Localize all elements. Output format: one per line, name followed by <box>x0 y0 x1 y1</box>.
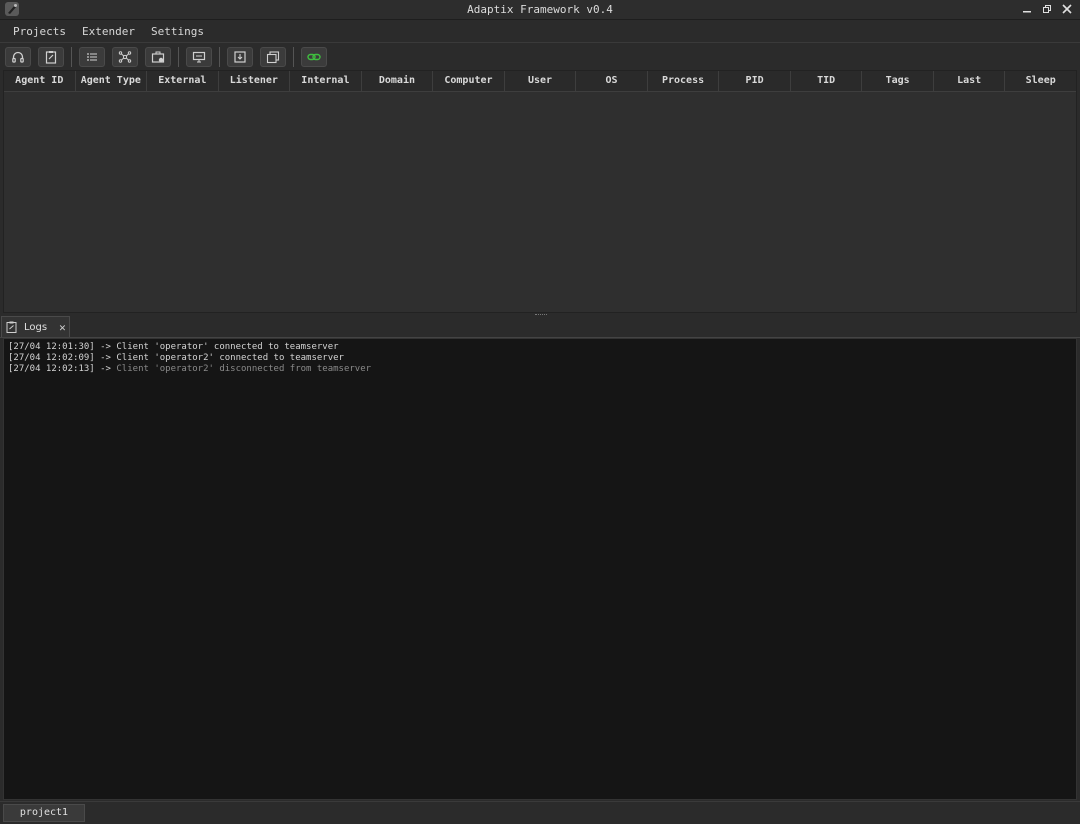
column-header-user[interactable]: User <box>505 71 577 91</box>
column-header-pid[interactable]: PID <box>719 71 791 91</box>
download-icon <box>234 50 246 63</box>
log-entry: [27/04 12:01:30] -> Client 'operator' co… <box>8 342 1076 353</box>
clipboard-button[interactable] <box>38 46 64 67</box>
toolbar-separator <box>178 46 179 67</box>
list-icon <box>87 52 97 61</box>
targets-button[interactable] <box>186 46 212 67</box>
sessions-list-button[interactable] <box>79 46 105 67</box>
log-arrow: -> <box>100 342 111 352</box>
log-entry: [27/04 12:02:13] -> Client 'operator2' d… <box>8 364 1076 375</box>
clipboard-icon <box>45 50 57 64</box>
log-timestamp: [27/04 12:02:13] <box>8 364 95 374</box>
agents-table-header: Agent ID Agent Type External Listener In… <box>4 71 1076 92</box>
connection-button[interactable] <box>301 46 327 67</box>
column-header-agent-id[interactable]: Agent ID <box>4 71 76 91</box>
log-message: Client 'operator2' connected to teamserv… <box>116 353 344 363</box>
log-timestamp: [27/04 12:02:09] <box>8 353 95 363</box>
project-tab[interactable]: project1 <box>3 804 85 822</box>
link-icon <box>307 53 321 60</box>
tab-logs[interactable]: Logs ✕ <box>1 316 70 337</box>
column-header-sleep[interactable]: Sleep <box>1005 71 1076 91</box>
toolbar-separator <box>219 46 220 67</box>
log-message: Client 'operator2' disconnected from tea… <box>116 364 372 374</box>
log-entry: [27/04 12:02:09] -> Client 'operator2' c… <box>8 353 1076 364</box>
column-header-agent-type[interactable]: Agent Type <box>76 71 148 91</box>
screenshot-icon <box>266 50 280 63</box>
column-header-process[interactable]: Process <box>648 71 720 91</box>
column-header-listener[interactable]: Listener <box>219 71 291 91</box>
menu-projects[interactable]: Projects <box>5 25 74 38</box>
log-message: Client 'operator' connected to teamserve… <box>116 342 339 352</box>
column-header-internal[interactable]: Internal <box>290 71 362 91</box>
column-header-last[interactable]: Last <box>934 71 1006 91</box>
minimize-icon[interactable] <box>1020 2 1034 16</box>
tab-logs-label: Logs <box>24 321 48 333</box>
column-header-computer[interactable]: Computer <box>433 71 505 91</box>
log-arrow: -> <box>100 353 111 363</box>
close-icon[interactable]: ✕ <box>59 321 66 334</box>
column-header-tags[interactable]: Tags <box>862 71 934 91</box>
close-icon[interactable] <box>1060 2 1074 16</box>
agents-table[interactable]: Agent ID Agent Type External Listener In… <box>3 70 1077 313</box>
bottom-tab-bar: Logs ✕ <box>0 316 1080 338</box>
logs-console[interactable]: [27/04 12:01:30] -> Client 'operator' co… <box>3 338 1077 800</box>
column-header-domain[interactable]: Domain <box>362 71 434 91</box>
headphones-button[interactable] <box>5 46 31 67</box>
column-header-external[interactable]: External <box>147 71 219 91</box>
toolbar <box>0 42 1080 70</box>
menu-extender[interactable]: Extender <box>74 25 143 38</box>
headphones-icon <box>12 51 24 63</box>
network-icon <box>118 50 132 63</box>
log-arrow: -> <box>100 364 111 374</box>
monitor-icon <box>192 51 206 62</box>
menu-settings[interactable]: Settings <box>143 25 212 38</box>
toolbar-separator <box>293 46 294 67</box>
log-timestamp: [27/04 12:01:30] <box>8 342 95 352</box>
menu-bar: Projects Extender Settings <box>0 20 1080 42</box>
column-header-os[interactable]: OS <box>576 71 648 91</box>
restore-icon[interactable] <box>1040 2 1054 16</box>
window-title: Adaptix Framework v0.4 <box>467 3 613 16</box>
tasks-button[interactable] <box>145 46 171 67</box>
graph-view-button[interactable] <box>112 46 138 67</box>
toolbar-separator <box>71 46 72 67</box>
clipboard-icon <box>6 321 17 333</box>
column-header-tid[interactable]: TID <box>791 71 863 91</box>
screenshots-button[interactable] <box>260 46 286 67</box>
downloads-button[interactable] <box>227 46 253 67</box>
title-bar: Adaptix Framework v0.4 <box>0 0 1080 20</box>
status-bar: project1 <box>0 801 1080 824</box>
briefcase-icon <box>151 51 165 63</box>
